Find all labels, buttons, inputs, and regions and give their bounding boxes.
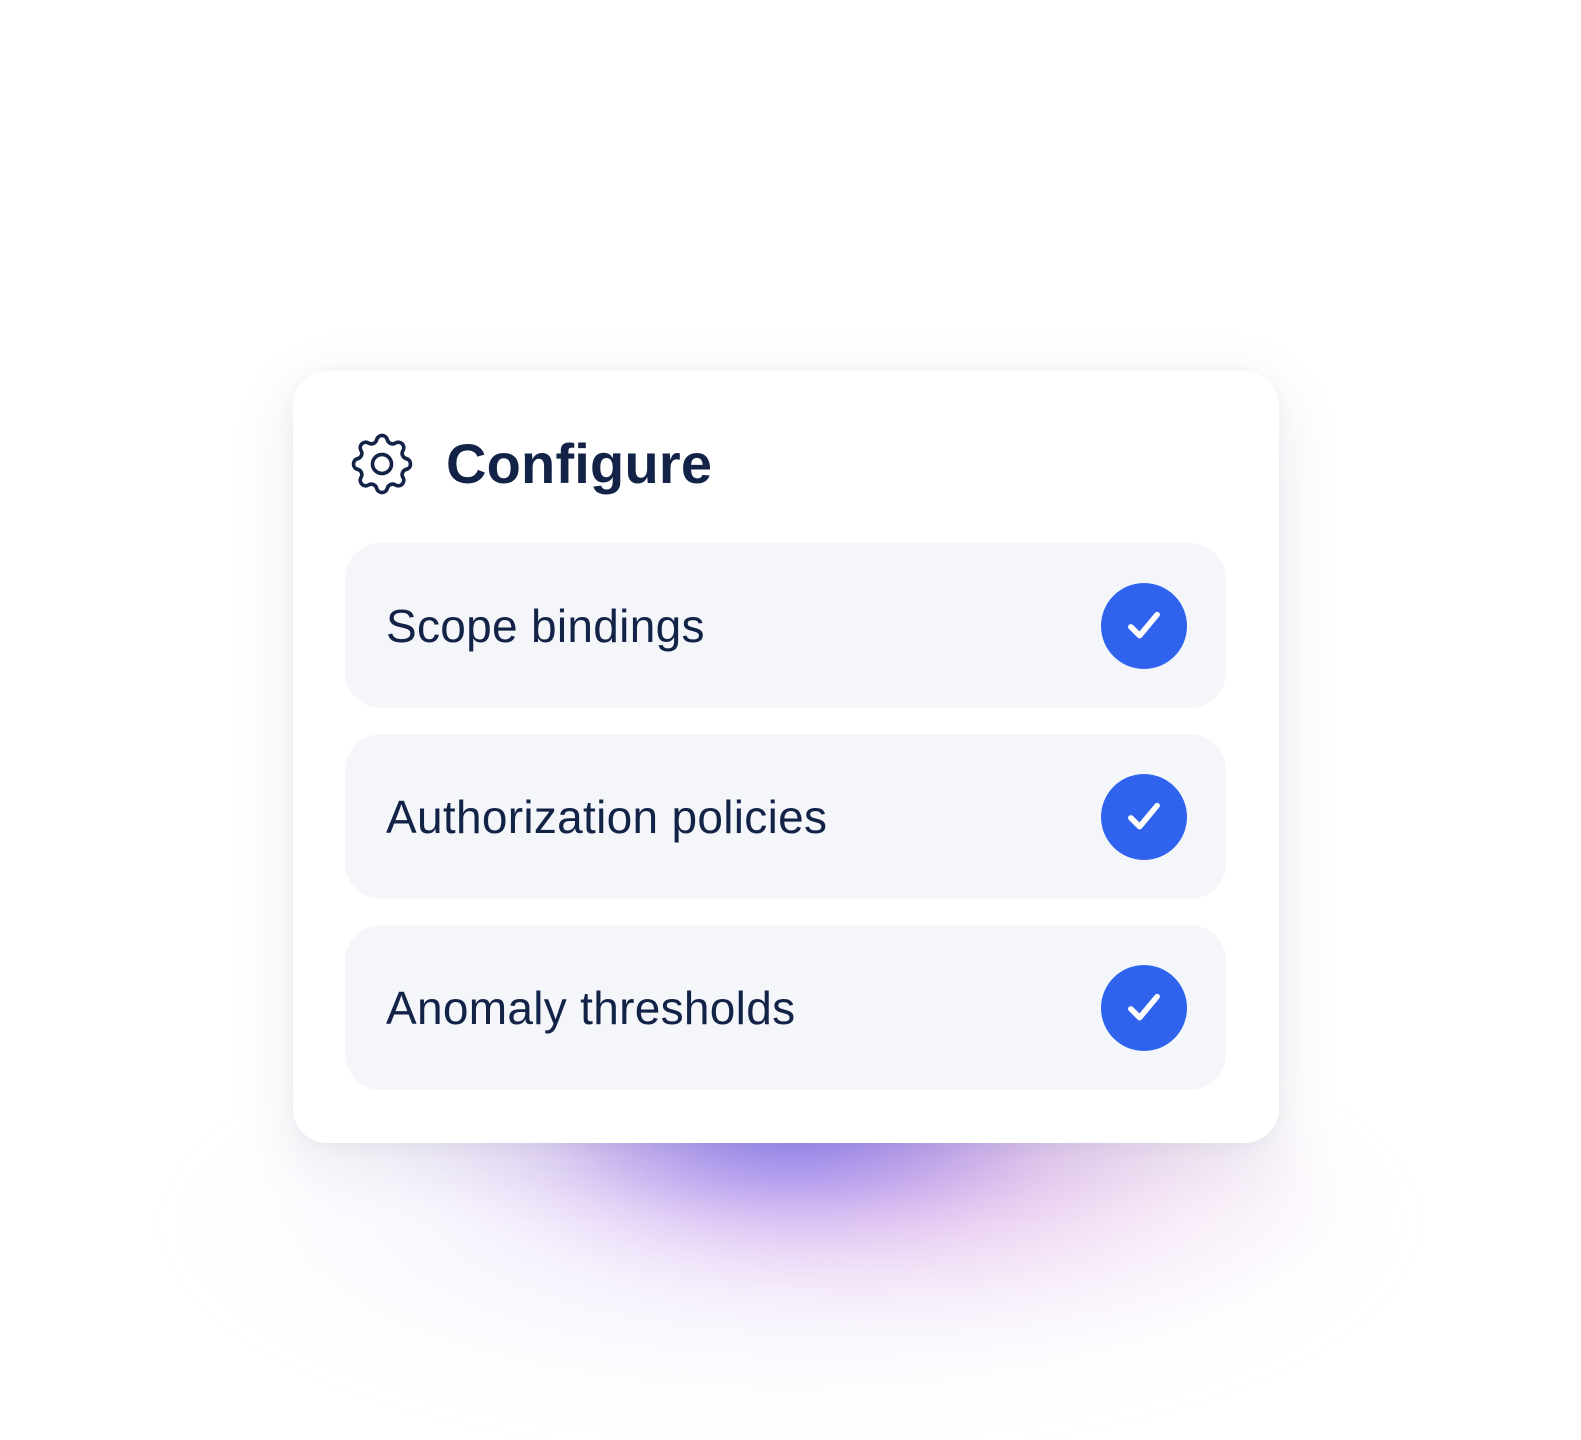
config-item-anomaly-thresholds[interactable]: Anomaly thresholds — [345, 925, 1226, 1090]
checkbox-checked[interactable] — [1101, 582, 1187, 669]
card-title: Configure — [446, 432, 713, 495]
check-icon — [1128, 993, 1160, 1020]
check-icon — [1128, 802, 1160, 829]
checkbox-checked[interactable] — [1101, 773, 1187, 860]
check-icon — [1128, 611, 1160, 638]
config-item-scope-bindings[interactable]: Scope bindings — [345, 543, 1226, 708]
config-item-label: Anomaly thresholds — [386, 981, 796, 1034]
config-item-authorization-policies[interactable]: Authorization policies — [345, 734, 1226, 899]
checkbox-checked[interactable] — [1101, 964, 1187, 1051]
config-list: Scope bindings Authorization policies An… — [345, 543, 1226, 1090]
configure-card: Configure Scope bindings Authorization p… — [293, 371, 1279, 1143]
config-item-label: Authorization policies — [386, 790, 828, 843]
config-item-label: Scope bindings — [386, 599, 705, 652]
gear-icon — [351, 433, 413, 495]
card-header: Configure — [344, 426, 712, 502]
